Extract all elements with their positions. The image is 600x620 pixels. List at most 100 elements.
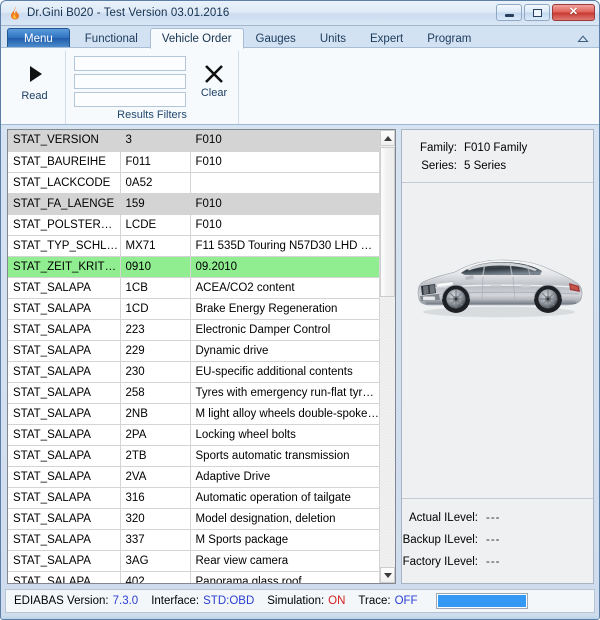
table-row[interactable]: STAT_SALAPA229Dynamic drive (8, 340, 379, 361)
close-button[interactable]: ✕ (552, 4, 595, 21)
table-row[interactable]: STAT_SALAPA258Tyres with emergency run-f… (8, 382, 379, 403)
tab-functional[interactable]: Functional (73, 28, 150, 48)
table-cell-value: 159 (120, 193, 190, 214)
series-value: 5 Series (464, 157, 506, 175)
backup-ilevel-row: Backup ILevel: --- (402, 529, 593, 551)
table-cell-name: STAT_SALAPA (8, 487, 120, 508)
interface-label: Interface: (151, 595, 199, 607)
clear-button[interactable]: Clear (190, 60, 238, 99)
window-bottom-edge (1, 615, 599, 619)
table-cell-name: STAT_SALAPA (8, 403, 120, 424)
filter-input-3[interactable] (74, 92, 186, 107)
table-row[interactable]: STAT_FA_LAENGE159F010 (8, 193, 379, 214)
tab-units-label: Units (320, 33, 346, 45)
scroll-down-button[interactable] (380, 567, 395, 583)
ediabas-version-value: 7.3.0 (113, 595, 139, 607)
table-row[interactable]: STAT_SALAPA2VAAdaptive Drive (8, 466, 379, 487)
results-filter-fields (70, 53, 186, 107)
table-cell-value: MX71 (120, 235, 190, 256)
table-cell-value: 320 (120, 508, 190, 529)
clear-button-label: Clear (201, 87, 227, 99)
filter-input-1[interactable] (74, 56, 186, 71)
content-area: STAT_VERSION3F010STAT_BAUREIHEF011F010ST… (1, 125, 599, 584)
tab-functional-label: Functional (85, 33, 138, 45)
tab-expert-label: Expert (370, 33, 403, 45)
interface-value: STD:OBD (203, 595, 254, 607)
minimize-button[interactable] (496, 4, 522, 21)
table-cell-name: STAT_SALAPA (8, 529, 120, 550)
table-cell-description: Rear view camera (190, 550, 379, 571)
table-cell-value: 402 (120, 571, 190, 583)
title-bar: Dr.Gini B020 - Test Version 03.01.2016 ✕ (1, 1, 599, 26)
table-cell-value: 1CB (120, 277, 190, 298)
table-row[interactable]: STAT_ZEIT_KRITERI...091009.2010 (8, 256, 379, 277)
table-cell-value: 2VA (120, 466, 190, 487)
table-vertical-scrollbar[interactable] (379, 130, 395, 583)
table-row[interactable]: STAT_SALAPA1CBACEA/CO2 content (8, 277, 379, 298)
tab-units[interactable]: Units (308, 28, 358, 48)
table-cell-value: 223 (120, 319, 190, 340)
table-cell-value: LCDE (120, 214, 190, 235)
table-row[interactable]: STAT_SALAPA337M Sports package (8, 529, 379, 550)
read-button[interactable]: Read (8, 58, 62, 102)
table-cell-value: 3 (120, 130, 190, 151)
table-cell-name: STAT_BAUREIHE (8, 151, 120, 172)
table-cell-value: 1CD (120, 298, 190, 319)
table-cell-description (190, 172, 379, 193)
close-icon: ✕ (569, 7, 578, 18)
table-row[interactable]: STAT_SALAPA1CDBrake Energy Regeneration (8, 298, 379, 319)
table-cell-value: 258 (120, 382, 190, 403)
table-row[interactable]: STAT_SALAPA402Panorama glass roof (8, 571, 379, 583)
table-row[interactable]: STAT_SALAPA2NBM light alloy wheels doubl… (8, 403, 379, 424)
tab-vehicle-order-label: Vehicle Order (162, 33, 232, 45)
table-cell-value: 2NB (120, 403, 190, 424)
table-cell-description: Brake Energy Regeneration (190, 298, 379, 319)
tab-expert[interactable]: Expert (358, 28, 415, 48)
table-cell-name: STAT_SALAPA (8, 361, 120, 382)
scroll-up-button[interactable] (380, 130, 395, 146)
table-cell-description: Electronic Damper Control (190, 319, 379, 340)
table-row[interactable]: STAT_POLSTERCODELCDEF010 (8, 214, 379, 235)
table-row[interactable]: STAT_SALAPA230EU-specific additional con… (8, 361, 379, 382)
empty-group-label (243, 108, 595, 124)
table-cell-value: 337 (120, 529, 190, 550)
table-cell-name: STAT_ZEIT_KRITERI... (8, 256, 120, 277)
tab-program[interactable]: Program (415, 28, 483, 48)
tab-gauges-label: Gauges (256, 33, 296, 45)
table-row[interactable]: STAT_SALAPA316Automatic operation of tai… (8, 487, 379, 508)
maximize-button[interactable] (524, 4, 550, 21)
ribbon-group-empty (239, 51, 599, 124)
table-row[interactable]: STAT_SALAPA320Model designation, deletio… (8, 508, 379, 529)
table-row[interactable]: STAT_TYP_SCHLUES...MX71F11 535D Touring … (8, 235, 379, 256)
table-cell-value: 2PA (120, 424, 190, 445)
tab-vehicle-order[interactable]: Vehicle Order (150, 28, 244, 49)
table-row[interactable]: STAT_SALAPA223Electronic Damper Control (8, 319, 379, 340)
scrollbar-thumb[interactable] (380, 147, 395, 297)
vehicle-order-table-scroll: STAT_VERSION3F010STAT_BAUREIHEF011F010ST… (8, 130, 379, 583)
tab-menu[interactable]: Menu (7, 28, 70, 48)
tab-gauges[interactable]: Gauges (244, 28, 308, 48)
filter-input-2[interactable] (74, 74, 186, 89)
table-cell-value: 229 (120, 340, 190, 361)
table-row[interactable]: STAT_LACKCODE0A52 (8, 172, 379, 193)
table-row[interactable]: STAT_SALAPA3AGRear view camera (8, 550, 379, 571)
table-row[interactable]: STAT_BAUREIHEF011F010 (8, 151, 379, 172)
table-cell-value: 230 (120, 361, 190, 382)
table-cell-description: F11 535D Touring N57D30 LHD ECE (190, 235, 379, 256)
ediabas-version-label: EDIABAS Version: (14, 595, 109, 607)
table-row[interactable]: STAT_SALAPA2TBSports automatic transmiss… (8, 445, 379, 466)
scrollbar-track[interactable] (380, 298, 395, 566)
table-cell-description: Locking wheel bolts (190, 424, 379, 445)
table-row[interactable]: STAT_SALAPA2PALocking wheel bolts (8, 424, 379, 445)
maximize-icon (533, 9, 542, 17)
chevron-up-icon[interactable] (576, 32, 590, 45)
table-cell-name: STAT_SALAPA (8, 298, 120, 319)
table-cell-value: 2TB (120, 445, 190, 466)
family-label: Family: (402, 139, 464, 157)
factory-ilevel-value: --- (486, 551, 501, 573)
factory-ilevel-row: Factory ILevel: --- (402, 551, 593, 573)
table-row[interactable]: STAT_VERSION3F010 (8, 130, 379, 151)
tab-menu-label: Menu (24, 33, 53, 45)
tab-program-label: Program (427, 33, 471, 45)
table-cell-name: STAT_SALAPA (8, 445, 120, 466)
